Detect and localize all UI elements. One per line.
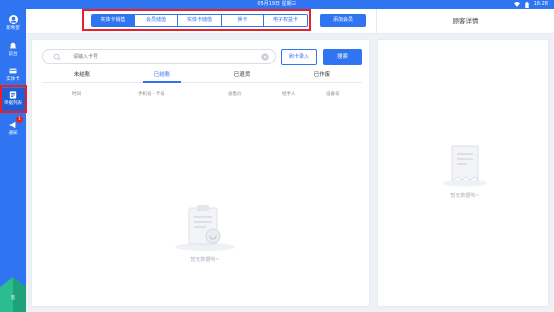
sidebar-item-label: 实体卡 xyxy=(6,77,20,82)
battery-icon xyxy=(524,1,529,8)
empty-text: 暂无数据哟~ xyxy=(190,257,220,263)
megaphone-icon xyxy=(9,121,16,129)
tab-unpaid[interactable]: 未结账 xyxy=(42,69,122,82)
tab-voided[interactable]: 已作废 xyxy=(282,69,362,82)
status-bar: 05月19日 星期三 18:28 xyxy=(0,0,554,9)
store-switcher[interactable]: 新希望 xyxy=(0,12,26,36)
card-icon xyxy=(9,68,17,74)
store-name: 新希望 xyxy=(6,26,20,31)
empty-receipt-icon xyxy=(443,145,487,187)
status-time: 18:28 xyxy=(533,1,548,7)
clear-icon[interactable] xyxy=(261,53,269,61)
search-button[interactable]: 搜索 xyxy=(323,49,362,65)
empty-state: 暂无数据哟~ xyxy=(165,202,245,266)
notification-badge: 1 xyxy=(16,116,23,123)
highlight-top-tabs xyxy=(82,9,311,31)
swipe-card-button[interactable]: 刷卡录入 xyxy=(281,49,317,65)
column-phone-card: 手机号 · 卡号 xyxy=(138,92,165,97)
sidebar: 新希望 前台 实体卡 单据列表 通知 签 xyxy=(0,9,26,312)
store-avatar-icon xyxy=(8,15,18,24)
detail-empty-state: 暂无数据哟~ xyxy=(430,140,500,200)
column-device: 设备号 xyxy=(326,92,340,97)
detail-empty-text: 暂无数据哟~ xyxy=(450,193,480,199)
status-date: 05月19日 星期三 xyxy=(257,1,297,7)
column-handler: 经手人 xyxy=(282,92,296,97)
order-status-tabs: 未结账 已结账 已退货 已作废 xyxy=(42,69,362,83)
card-number-input[interactable] xyxy=(73,52,243,62)
highlight-order-list xyxy=(0,85,27,113)
bell-icon xyxy=(9,42,17,49)
column-total-price: 总售价 xyxy=(228,92,242,97)
search-icon xyxy=(53,53,61,61)
search-box xyxy=(42,49,276,64)
active-tab-indicator xyxy=(143,81,181,83)
tab-refunded[interactable]: 已退货 xyxy=(202,69,282,82)
sidebar-item-label: 前台 xyxy=(8,52,18,57)
wifi-icon xyxy=(513,2,520,7)
table-header: 时间 手机号 · 卡号 总售价 经手人 设备号 xyxy=(42,91,362,101)
customer-detail-title: 顾客详情 xyxy=(376,9,554,34)
sidebar-item-front-desk[interactable]: 前台 xyxy=(0,39,26,63)
empty-clipboard-icon xyxy=(175,205,235,251)
add-member-button[interactable]: 添加会员 xyxy=(320,14,366,27)
sidebar-item-label: 通知 xyxy=(8,131,18,136)
column-time: 时间 xyxy=(72,92,81,97)
corner-label: 签 xyxy=(10,296,16,301)
